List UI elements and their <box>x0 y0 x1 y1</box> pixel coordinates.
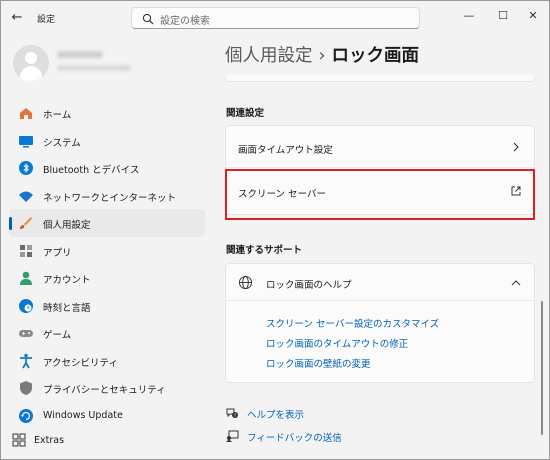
search-placeholder: 設定の検索 <box>160 16 210 27</box>
chevron-up-icon <box>511 280 521 286</box>
user-email-redacted <box>57 65 131 71</box>
sidebar-item-shield[interactable]: プライバシーとセキュリティ <box>9 374 205 402</box>
shield-icon <box>20 381 32 395</box>
brush-icon <box>20 217 32 229</box>
sidebar-item-home[interactable]: ホーム <box>9 99 205 127</box>
sidebar-item-update[interactable]: Windows Update <box>9 402 205 430</box>
help-links: スクリーン セーバー設定のカスタマイズ ロック画面のタイムアウトの修正 ロック画… <box>266 316 439 376</box>
screen-timeout-row[interactable]: 画面タイムアウト設定 <box>226 126 534 168</box>
sidebar-item-label: 個人用設定 <box>43 220 91 231</box>
breadcrumb-separator: › <box>318 46 326 66</box>
feedback-icon <box>226 430 239 442</box>
sidebar-item-label: ネットワークとインターネット <box>43 192 177 204</box>
apps-icon <box>20 244 32 257</box>
related-settings-heading: 関連設定 <box>226 108 265 119</box>
help-link-timeout[interactable]: ロック画面のタイムアウトの修正 <box>266 336 439 356</box>
back-arrow-icon[interactable]: ← <box>7 9 27 27</box>
search-icon <box>142 13 154 25</box>
sidebar-item-label: アプリ <box>43 247 72 259</box>
minimize-button[interactable]: — <box>456 7 482 25</box>
sidebar-item-account[interactable]: アカウント <box>9 264 205 292</box>
main-content: 個人用設定 › ロック画面 関連設定 画面タイムアウト設定 スクリーン セーバー 関… <box>213 35 539 459</box>
feedback-link[interactable]: フィードバックの送信 <box>247 430 342 444</box>
extras-icon <box>12 433 26 447</box>
content-scrollbar[interactable] <box>541 301 543 435</box>
sidebar-item-wifi[interactable]: ネットワークとインターネット <box>9 182 205 210</box>
active-indicator <box>9 217 12 230</box>
breadcrumb: 個人用設定 › ロック画面 <box>225 42 419 67</box>
gamepad-icon <box>19 330 33 337</box>
page-title: ロック画面 <box>331 46 420 66</box>
close-button[interactable]: ✕ <box>520 7 546 25</box>
person-icon <box>25 52 37 64</box>
sidebar-item-label: ゲーム <box>43 330 72 341</box>
globe-icon <box>238 275 253 290</box>
screen-saver-highlight <box>225 169 535 220</box>
related-support-heading: 関連するサポート <box>226 245 303 256</box>
title-bar: ← 設定 設定の検索 — ☐ ✕ <box>1 1 549 35</box>
maximize-button[interactable]: ☐ <box>490 7 516 25</box>
sidebar-item-label: 時刻と言語 <box>43 302 91 314</box>
sidebar-item-apps[interactable]: アプリ <box>9 237 205 265</box>
breadcrumb-parent[interactable]: 個人用設定 <box>225 46 313 66</box>
chevron-right-icon <box>513 142 519 152</box>
help-icon: ? <box>226 408 238 419</box>
sidebar-item-label: アカウント <box>43 275 91 286</box>
sidebar-item-label: Windows Update <box>43 409 123 421</box>
lock-screen-help-header[interactable]: ロック画面のヘルプ <box>226 264 534 301</box>
previous-card-fragment <box>225 75 535 82</box>
sidebar-item-brush[interactable]: 個人用設定 <box>9 209 205 237</box>
sidebar-item-accessibility[interactable]: アクセシビリティ <box>9 347 205 375</box>
sidebar-item-monitor[interactable]: システム <box>9 127 205 155</box>
avatar[interactable] <box>13 45 49 81</box>
sidebar-nav: ホームシステム Bluetooth とデバイスネットワークとインターネット 個人用設… <box>9 99 205 429</box>
globe-clock-icon <box>19 298 33 313</box>
help-link-wallpaper[interactable]: ロック画面の壁紙の変更 <box>266 356 439 376</box>
account-icon <box>20 271 32 285</box>
sidebar-item-gamepad[interactable]: ゲーム <box>9 319 205 347</box>
update-icon <box>19 408 33 423</box>
related-support-card: ロック画面のヘルプ スクリーン セーバー設定のカスタマイズ ロック画面のタイムア… <box>225 263 535 383</box>
sidebar-item-bluetooth[interactable]: Bluetooth とデバイス <box>9 154 205 182</box>
home-icon <box>20 108 32 119</box>
search-box[interactable]: 設定の検索 <box>131 7 420 29</box>
sidebar-item-label: アクセシビリティ <box>43 357 118 369</box>
accessibility-icon <box>20 353 32 368</box>
sidebar-item-globe-clock[interactable]: 時刻と言語 <box>9 292 205 320</box>
bluetooth-icon <box>19 161 33 175</box>
app-title: 設定 <box>37 15 56 25</box>
sidebar-item-label: システム <box>43 137 81 149</box>
settings-window: ← 設定 設定の検索 — ☐ ✕ ホームシステム Bluetooth とデバイスネ… <box>0 0 550 460</box>
help-link-screensaver[interactable]: スクリーン セーバー設定のカスタマイズ <box>266 316 439 336</box>
wifi-icon <box>19 191 33 202</box>
monitor-icon <box>19 135 33 147</box>
screen-timeout-label: 画面タイムアウト設定 <box>238 145 333 156</box>
user-name-redacted <box>57 51 103 58</box>
sidebar-item-extras[interactable]: Extras <box>9 431 205 451</box>
sidebar-item-label: Extras <box>34 435 65 446</box>
sidebar-item-label: プライバシーとセキュリティ <box>43 385 166 396</box>
lock-screen-help-label: ロック画面のヘルプ <box>266 280 352 291</box>
get-help-link[interactable]: ヘルプを表示 <box>247 407 304 421</box>
sidebar-item-label: ホーム <box>43 110 72 121</box>
sidebar-item-label: Bluetooth とデバイス <box>43 165 140 176</box>
